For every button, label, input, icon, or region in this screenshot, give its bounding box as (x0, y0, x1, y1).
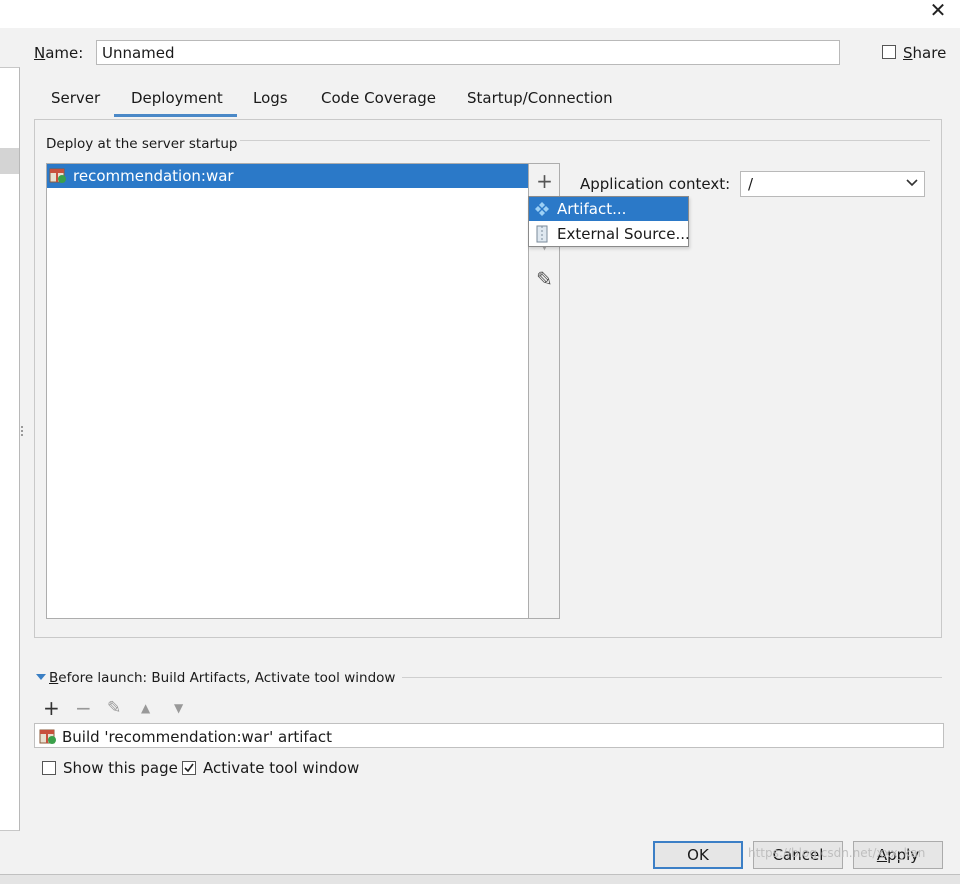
remove-icon[interactable]: − (75, 697, 92, 719)
share-label[interactable]: Share (903, 44, 946, 62)
move-up-icon[interactable]: ▲ (141, 697, 150, 719)
list-item-label: Build 'recommendation:war' artifact (62, 728, 333, 746)
chevron-down-icon[interactable] (905, 177, 919, 189)
artifact-icon (535, 202, 549, 216)
add-icon[interactable]: + (529, 168, 560, 194)
collapse-arrow-icon[interactable] (36, 674, 46, 680)
external-source-icon (536, 225, 548, 243)
tab-deployment[interactable]: Deployment (131, 89, 223, 117)
configurations-tree-panel[interactable] (0, 67, 20, 831)
deploy-section-title: Deploy at the server startup (46, 136, 238, 152)
section-divider (240, 140, 930, 141)
watermark: https://blog.csdn.net/xxx_kan (748, 846, 926, 860)
show-this-page-checkbox[interactable] (42, 761, 56, 775)
show-this-page-label[interactable]: Show this page (63, 759, 178, 777)
active-tab-indicator (114, 114, 237, 117)
name-input[interactable] (96, 40, 840, 65)
edit-icon[interactable]: ✎ (529, 266, 560, 292)
move-down-icon[interactable]: ▼ (174, 697, 183, 719)
section-divider (402, 677, 942, 678)
application-context-select[interactable] (740, 171, 925, 197)
menu-item-artifact-label: Artifact... (557, 200, 627, 218)
application-context-label: Application context: (580, 175, 731, 193)
tab-logs[interactable]: Logs (253, 89, 288, 117)
tab-code-coverage[interactable]: Code Coverage (321, 89, 436, 117)
name-label: Name: (34, 44, 84, 62)
activate-tool-window-checkbox[interactable] (182, 761, 196, 775)
war-artifact-icon (49, 168, 66, 183)
title-bar (0, 0, 960, 28)
configurations-tree-selection[interactable] (0, 148, 19, 174)
share-checkbox[interactable] (882, 45, 896, 59)
ok-button[interactable]: OK (653, 841, 743, 869)
close-icon[interactable]: ✕ (926, 0, 950, 22)
tab-server[interactable]: Server (51, 89, 100, 117)
checkmark-icon (184, 763, 194, 773)
build-artifact-icon (39, 729, 56, 744)
edit-icon[interactable]: ✎ (107, 697, 121, 719)
application-context-value: / (748, 175, 754, 193)
splitter-handle[interactable] (19, 424, 25, 442)
list-item-label: recommendation:war (73, 167, 234, 185)
tab-startup-connection[interactable]: Startup/Connection (467, 89, 613, 117)
menu-item-external-source-label[interactable]: External Source... (557, 225, 690, 243)
before-launch-title[interactable]: Before launch: Build Artifacts, Activate… (49, 670, 395, 686)
add-icon[interactable]: + (43, 697, 60, 719)
deploy-artifact-list[interactable] (46, 163, 529, 619)
activate-tool-window-label[interactable]: Activate tool window (203, 759, 359, 777)
